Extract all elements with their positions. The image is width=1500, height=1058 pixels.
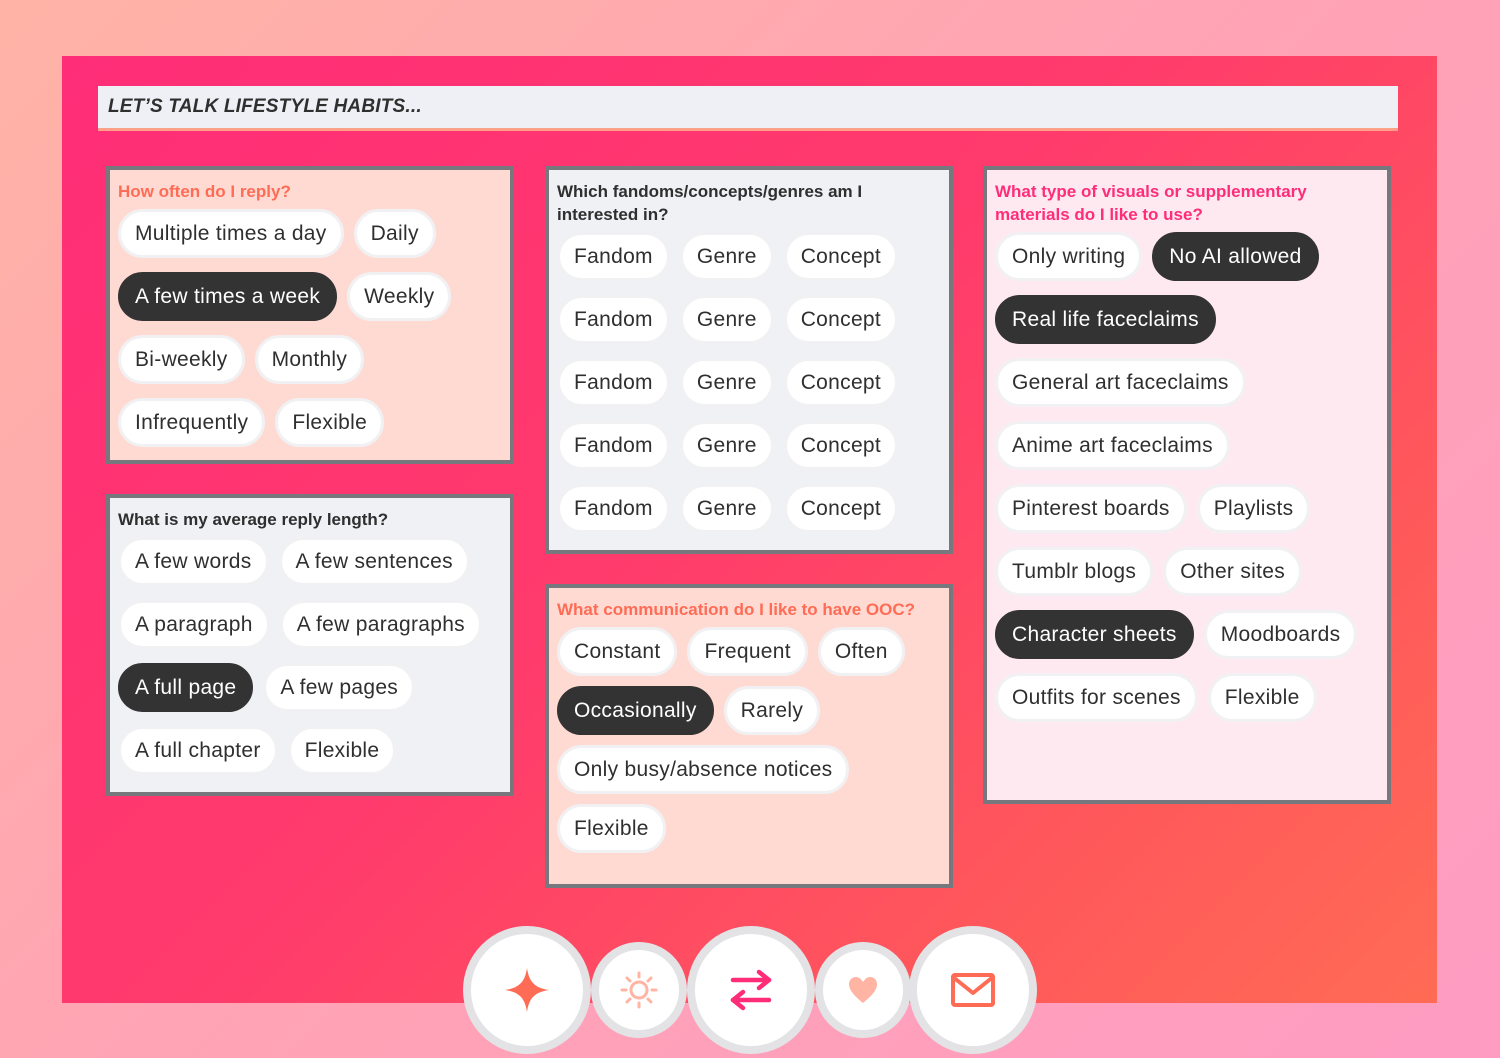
card-ooc-communication: What communication do I like to have OOC… — [545, 584, 953, 888]
question-reply-length: What is my average reply length? — [118, 510, 389, 529]
chip-flexible[interactable]: Flexible — [1207, 673, 1317, 722]
card-visuals: What type of visuals or supplementary ma… — [983, 166, 1391, 804]
chip-fandom[interactable]: Fandom — [557, 232, 670, 281]
chip-bi-weekly[interactable]: Bi-weekly — [118, 335, 245, 384]
chip-genre[interactable]: Genre — [679, 295, 774, 344]
chip-fandom[interactable]: Fandom — [557, 295, 670, 344]
nav-button-sparkle[interactable] — [463, 926, 591, 1054]
chip-moodboards[interactable]: Moodboards — [1203, 610, 1358, 659]
chip-a-few-paragraphs[interactable]: A few paragraphs — [279, 600, 482, 649]
chip-concept[interactable]: Concept — [783, 232, 899, 281]
chip-a-full-page[interactable]: A full page — [118, 663, 254, 712]
nav-button-swap[interactable] — [687, 926, 815, 1054]
chip-constant[interactable]: Constant — [557, 627, 678, 676]
chip-only-writing[interactable]: Only writing — [995, 232, 1143, 281]
chip-rarely[interactable]: Rarely — [723, 686, 821, 735]
chip-multiple-times-a-day[interactable]: Multiple times a day — [118, 209, 344, 258]
chip-concept[interactable]: Concept — [783, 484, 899, 533]
chip-anime-art-faceclaims[interactable]: Anime art faceclaims — [995, 421, 1230, 470]
chip-infrequently[interactable]: Infrequently — [118, 398, 266, 447]
chip-genre[interactable]: Genre — [679, 232, 774, 281]
chip-genre[interactable]: Genre — [679, 421, 774, 470]
mail-icon — [951, 973, 995, 1007]
card-reply-frequency: How often do I reply? Multiple times a d… — [106, 166, 514, 464]
chip-often[interactable]: Often — [817, 627, 905, 676]
chip-a-few-sentences[interactable]: A few sentences — [278, 537, 470, 586]
nav-button-sun[interactable] — [591, 942, 687, 1038]
swap-arrows-icon — [730, 969, 772, 1011]
chip-pinterest-boards[interactable]: Pinterest boards — [995, 484, 1187, 533]
chip-fandom[interactable]: Fandom — [557, 484, 670, 533]
nav-button-mail[interactable] — [909, 926, 1037, 1054]
card-interests: Which fandoms/concepts/genres am I inter… — [545, 166, 953, 554]
chip-playlists[interactable]: Playlists — [1196, 484, 1311, 533]
chip-occasionally[interactable]: Occasionally — [557, 686, 714, 735]
chip-frequent[interactable]: Frequent — [687, 627, 808, 676]
question-visuals: What type of visuals or supplementary ma… — [995, 182, 1307, 224]
chip-genre[interactable]: Genre — [679, 358, 774, 407]
chip-outfits-for-scenes[interactable]: Outfits for scenes — [995, 673, 1198, 722]
chip-character-sheets[interactable]: Character sheets — [995, 610, 1194, 659]
chip-other-sites[interactable]: Other sites — [1163, 547, 1303, 596]
chip-group-ooc: Constant Frequent Often Occasionally Rarely O… — [557, 627, 941, 853]
chip-fandom[interactable]: Fandom — [557, 358, 670, 407]
chip-group-interests: Fandom Genre Concept Fandom Genre Concept Fand… — [557, 232, 941, 533]
sun-icon — [620, 971, 658, 1009]
nav-button-heart[interactable] — [815, 942, 911, 1038]
chip-concept[interactable]: Concept — [783, 358, 899, 407]
chip-a-paragraph[interactable]: A paragraph — [118, 600, 270, 649]
chip-no-ai-allowed[interactable]: No AI allowed — [1152, 232, 1319, 281]
chip-daily[interactable]: Daily — [353, 209, 436, 258]
sparkle-icon — [505, 968, 549, 1012]
chip-concept[interactable]: Concept — [783, 295, 899, 344]
chip-fandom[interactable]: Fandom — [557, 421, 670, 470]
chip-genre[interactable]: Genre — [679, 484, 774, 533]
chip-general-art-faceclaims[interactable]: General art faceclaims — [995, 358, 1246, 407]
section-header: LET’S TALK LIFESTYLE HABITS... — [98, 86, 1398, 131]
page-canvas: LET’S TALK LIFESTYLE HABITS... How often… — [62, 56, 1437, 1003]
question-reply-frequency: How often do I reply? — [118, 182, 291, 201]
chip-tumblr-blogs[interactable]: Tumblr blogs — [995, 547, 1154, 596]
chip-flexible[interactable]: Flexible — [287, 726, 397, 775]
question-ooc-communication: What communication do I like to have OOC… — [557, 600, 915, 619]
chip-group-reply-frequency: Multiple times a day Daily A few times a w… — [118, 209, 502, 447]
chip-a-few-pages[interactable]: A few pages — [263, 663, 416, 712]
chip-concept[interactable]: Concept — [783, 421, 899, 470]
chip-monthly[interactable]: Monthly — [254, 335, 365, 384]
chip-weekly[interactable]: Weekly — [347, 272, 452, 321]
card-reply-length: What is my average reply length? A few w… — [106, 494, 514, 796]
chip-group-visuals: Only writing No AI allowed Real life facec… — [995, 232, 1379, 722]
question-interests: Which fandoms/concepts/genres am I inter… — [557, 182, 863, 224]
chip-flexible[interactable]: Flexible — [275, 398, 385, 447]
heart-icon — [849, 977, 877, 1003]
chip-a-full-chapter[interactable]: A full chapter — [118, 726, 278, 775]
chip-flexible[interactable]: Flexible — [557, 804, 666, 853]
chip-real-life-faceclaims[interactable]: Real life faceclaims — [995, 295, 1216, 344]
bottom-nav — [463, 926, 1038, 1058]
chip-a-few-words[interactable]: A few words — [118, 537, 269, 586]
chip-a-few-times-a-week[interactable]: A few times a week — [118, 272, 338, 321]
section-title: LET’S TALK LIFESTYLE HABITS... — [108, 96, 422, 117]
chip-only-busy-absence-notices[interactable]: Only busy/absence notices — [557, 745, 850, 794]
chip-group-reply-length: A few words A few sentences A paragraph A f… — [118, 537, 502, 775]
